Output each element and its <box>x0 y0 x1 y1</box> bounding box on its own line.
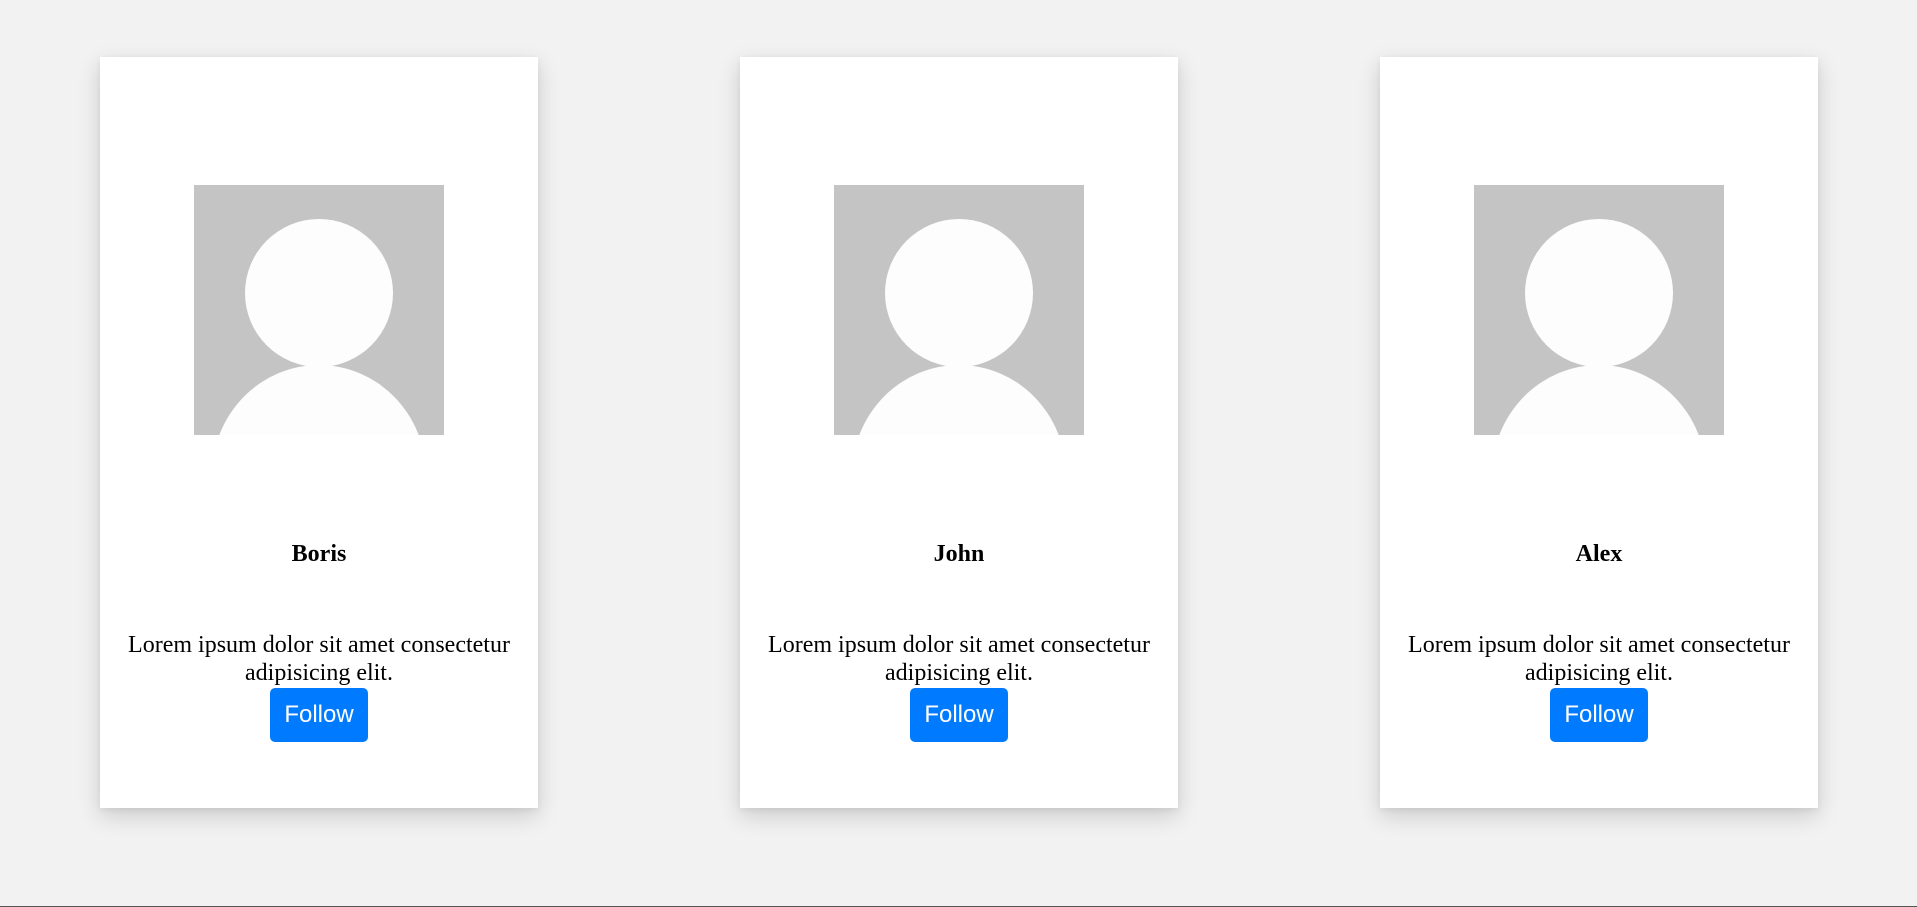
avatar <box>1474 185 1724 435</box>
profile-description: Lorem ipsum dolor sit amet consectetur a… <box>1408 632 1790 686</box>
user-avatar-icon <box>1474 185 1724 435</box>
follow-button[interactable]: Follow <box>270 688 368 742</box>
profile-name: Boris <box>291 541 347 567</box>
follow-button[interactable]: Follow <box>910 688 1008 742</box>
profile-description: Lorem ipsum dolor sit amet consectetur a… <box>128 632 510 686</box>
user-avatar-icon <box>194 185 444 435</box>
profile-card: Boris Lorem ipsum dolor sit amet consect… <box>100 57 538 808</box>
avatar <box>194 185 444 435</box>
profile-card: John Lorem ipsum dolor sit amet consecte… <box>740 57 1178 808</box>
profile-cards-container: Boris Lorem ipsum dolor sit amet consect… <box>0 0 1917 906</box>
follow-button[interactable]: Follow <box>1550 688 1648 742</box>
profile-description: Lorem ipsum dolor sit amet consectetur a… <box>768 632 1150 686</box>
user-avatar-icon <box>834 185 1084 435</box>
profile-name: Alex <box>1575 541 1623 567</box>
profile-name: John <box>933 541 985 567</box>
avatar <box>834 185 1084 435</box>
profile-card: Alex Lorem ipsum dolor sit amet consecte… <box>1380 57 1818 808</box>
